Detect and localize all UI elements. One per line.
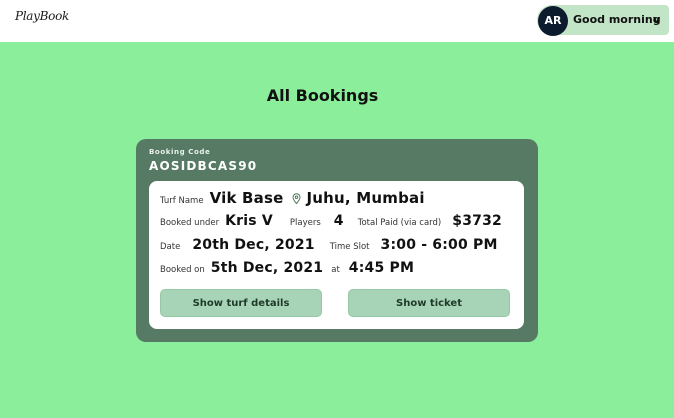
location-pin-icon <box>292 189 301 208</box>
players-label: Players <box>289 218 321 228</box>
booking-details: Turf Name Vik Base Juhu, Mumbai Booked u… <box>149 181 524 329</box>
top-bar: PlayBook AR Good morning v <box>0 0 674 42</box>
booking-code: AOSIDBCAS90 <box>149 159 258 173</box>
booked-on-row: Booked on 5th Dec, 2021 at 4:45 PM <box>160 260 425 276</box>
booked-under-value: Kris V <box>225 213 273 229</box>
turf-name-label: Turf Name <box>160 196 204 206</box>
turf-row: Turf Name Vik Base Juhu, Mumbai <box>160 188 436 207</box>
total-paid-value: $3732 <box>452 213 502 229</box>
chevron-down-icon[interactable]: v <box>653 13 660 26</box>
user-menu[interactable]: AR Good morning v <box>537 5 669 36</box>
booked-on-label: Booked on <box>160 265 205 275</box>
greeting-text: Good morning <box>573 13 661 26</box>
booking-code-label: Booking Code <box>149 148 211 156</box>
page-title: All Bookings <box>266 86 379 105</box>
booked-under-label: Booked under <box>160 218 220 228</box>
booked-on-value: 5th Dec, 2021 <box>210 260 324 276</box>
avatar[interactable]: AR <box>538 6 568 36</box>
total-paid-label: Total Paid (via card) <box>357 218 442 228</box>
at-label: at <box>331 265 340 275</box>
turf-name: Vik Base <box>209 189 284 207</box>
booked-at-value: 4:45 PM <box>348 260 415 276</box>
date-label: Date <box>160 242 181 252</box>
show-ticket-button[interactable]: Show ticket <box>348 289 510 317</box>
players-value: 4 <box>333 213 344 229</box>
time-slot-value: 3:00 - 6:00 PM <box>380 237 498 253</box>
date-value: 20th Dec, 2021 <box>192 237 315 253</box>
booking-card: Booking Code AOSIDBCAS90 Turf Name Vik B… <box>136 139 538 342</box>
turf-location: Juhu, Mumbai <box>306 189 425 207</box>
app-logo[interactable]: PlayBook <box>15 9 69 23</box>
schedule-row: Date 20th Dec, 2021 Time Slot 3:00 - 6:0… <box>160 237 509 253</box>
show-turf-details-button[interactable]: Show turf details <box>160 289 322 317</box>
booking-info-row: Booked under Kris V Players 4 Total Paid… <box>160 213 513 229</box>
time-slot-label: Time Slot <box>329 242 370 252</box>
